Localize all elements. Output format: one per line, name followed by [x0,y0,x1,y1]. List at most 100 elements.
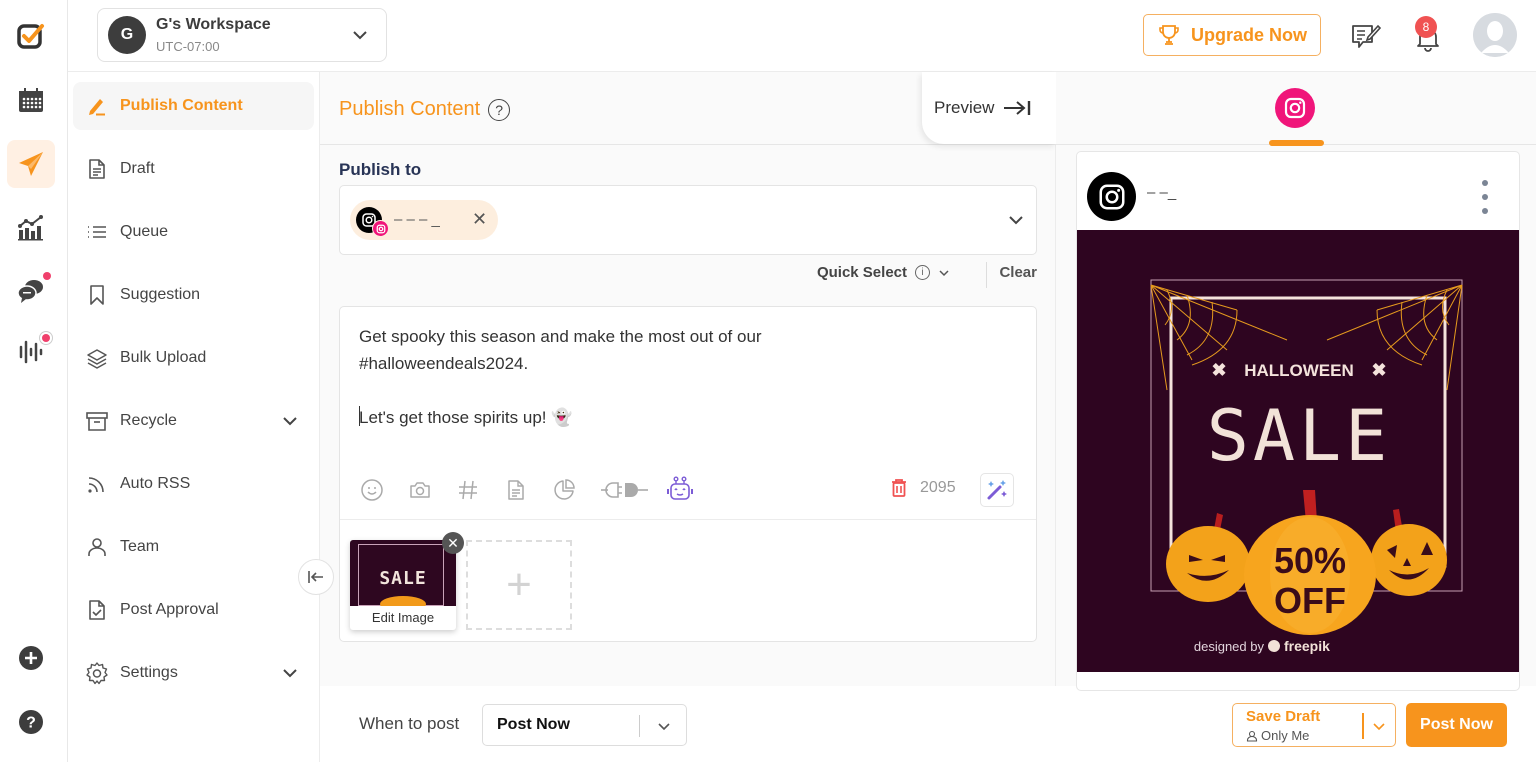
sidebar-item-label: Publish Content [120,97,243,114]
user-avatar[interactable] [1473,13,1517,57]
sidebar-menu: Publish Content Draft Queue Suggestion B… [68,72,320,762]
page-title: Publish Content [339,98,481,120]
app-logo[interactable] [7,12,55,60]
rail-inbox[interactable] [7,266,55,314]
more-options-icon[interactable] [1475,180,1495,214]
instagram-post-preview: ‒ ‒_ HALLOWEEN ✖ ✖ SALE 50% OFF designed… [1076,151,1520,691]
upgrade-now-button[interactable]: Upgrade Now [1143,14,1321,56]
add-media-button[interactable] [408,475,456,505]
feedback-button[interactable] [1350,22,1382,55]
save-draft-label: Save Draft [1246,708,1321,725]
calendar-icon [19,88,43,112]
rail-add[interactable] [7,634,55,682]
save-draft-button[interactable]: Save Draft Only Me [1232,703,1396,747]
rail-publish[interactable] [7,140,55,188]
network-badge [372,220,389,237]
freepik-logo-icon [1268,640,1280,652]
edit-image-button[interactable]: Edit Image [350,610,456,625]
remove-media-button[interactable]: ✕ [442,532,464,554]
file-check-icon [89,600,105,620]
sidebar-item-publish-content[interactable]: Publish Content [73,82,314,130]
sidebar-item-suggestion[interactable]: Suggestion [73,271,314,319]
sidebar-item-label: Post Approval [120,601,219,618]
archive-box-icon [86,412,108,431]
clear-button[interactable]: Clear [999,264,1037,281]
toggle-preview-button[interactable]: Preview [922,72,1056,144]
halloween-sale-artwork: HALLOWEEN ✖ ✖ SALE 50% OFF designed by f… [1077,230,1519,672]
thumb-pumpkin [380,596,426,606]
add-media-slot[interactable]: + [466,540,572,630]
pencil-icon [89,99,105,116]
sidebar-item-draft[interactable]: Draft [73,145,314,193]
sidebar-item-bulk-upload[interactable]: Bulk Upload [73,334,314,382]
rail-listening[interactable] [7,326,55,374]
divider [986,262,987,288]
clear-content-button[interactable] [890,478,908,503]
collapse-sidebar-button[interactable] [298,559,334,595]
quick-select-label: Quick Select [816,264,907,281]
workspace-selector[interactable]: G G's Workspace UTC-07:00 [97,8,387,62]
divider [1362,713,1364,739]
remove-account-icon[interactable]: ✕ [472,209,487,230]
chevron-down-icon[interactable] [1371,718,1387,734]
poll-button[interactable] [552,475,600,505]
media-thumbnail[interactable]: SALE Edit Image ✕ [350,532,464,630]
content-line: #halloweendeals2024. [359,354,529,373]
bookmark-icon [90,285,104,305]
pie-chart-icon [554,479,575,500]
chevron-down-icon [283,669,297,678]
post-composer: Get spooky this season and make the most… [339,306,1037,642]
svg-text:?: ? [26,715,36,732]
rail-calendar[interactable] [7,76,55,124]
post-now-button[interactable]: Post Now [1406,703,1507,747]
document-icon [508,480,524,500]
layers-icon [87,349,107,369]
instagram-icon [1099,184,1124,209]
active-tab-indicator [1269,140,1324,146]
when-to-post-label: When to post [359,714,460,733]
artwork-credit-brand: freepik [1284,638,1330,654]
preview-label: Preview [934,98,995,117]
sidebar-item-settings[interactable]: Settings [73,649,314,697]
tab-instagram[interactable] [1275,88,1315,128]
character-count: 2095 [920,479,956,496]
sidebar-item-recycle[interactable]: Recycle [73,397,314,445]
chevron-down-icon [353,31,367,40]
sidebar-item-team[interactable]: Team [73,523,314,571]
user-icon [88,538,106,556]
post-avatar [1087,172,1136,221]
sidebar-item-label: Draft [120,160,155,177]
when-to-post-value: Post Now [497,716,570,733]
chevron-down-icon [658,723,670,731]
ai-magic-button[interactable] [980,473,1014,507]
quick-select-button[interactable]: Quick Select i [817,264,950,281]
emoji-icon [361,479,383,501]
ai-robot-icon [667,476,693,500]
chat-bubbles-icon [17,280,43,303]
integrations-button[interactable] [600,475,666,505]
crossbones-icon: ✖ [1371,360,1386,380]
account-selector[interactable]: ‒ ‒ ‒ _ ✕ [339,185,1037,255]
template-button[interactable] [504,475,552,505]
close-icon: ✕ [447,534,459,551]
rail-help[interactable]: ? [7,698,55,746]
sidebar-item-queue[interactable]: Queue [73,208,314,256]
post-content-input[interactable]: Get spooky this season and make the most… [359,323,1019,431]
magic-wand-icon [987,480,1007,500]
sidebar-item-label: Settings [120,664,178,681]
chevron-down-icon[interactable] [1006,210,1026,230]
sidebar-item-post-approval[interactable]: Post Approval [73,586,314,634]
rail-analytics[interactable] [7,204,55,252]
post-username: ‒ ‒_ [1147,184,1177,201]
hashtag-button[interactable] [456,475,504,505]
content-line: Get spooky this season and make the most… [359,327,762,346]
help-icon[interactable]: ? [488,98,511,121]
sidebar-item-label: Auto RSS [120,475,191,492]
when-to-post-select[interactable]: Post Now [482,704,687,746]
emoji-button[interactable] [360,475,408,505]
sidebar-item-label: Bulk Upload [120,349,207,366]
help-circle-icon: ? [19,710,43,734]
ai-assistant-button[interactable] [666,475,714,505]
sidebar-item-auto-rss[interactable]: Auto RSS [73,460,314,508]
rss-icon [88,477,104,493]
